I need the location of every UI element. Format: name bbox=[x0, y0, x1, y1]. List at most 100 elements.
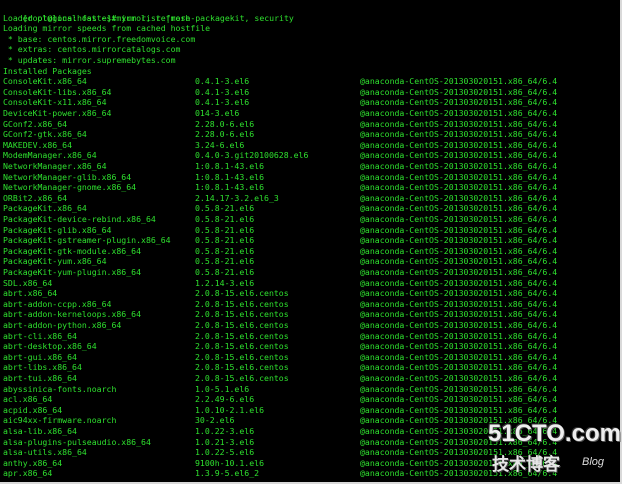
package-repo: @anaconda-CentOS-201303020151.x86_64/6.4 bbox=[360, 108, 558, 118]
package-name: ConsoleKit-libs.x86_64 bbox=[3, 86, 112, 97]
package-row: PackageKit.x86_64 0.5.8-21.el6 @anaconda-C… bbox=[3, 203, 618, 214]
package-version: 2.0.8-15.el6.centos bbox=[195, 362, 289, 373]
output-line: Loading mirror speeds from cached hostfi… bbox=[3, 23, 211, 34]
package-row: PackageKit-gstreamer-plugin.x86_64 0.5.8-… bbox=[3, 235, 618, 246]
package-version: 0.5.8-21.el6 bbox=[195, 224, 255, 235]
package-repo: @anaconda-CentOS-201303020151.x86_64/6.4 bbox=[360, 182, 558, 193]
package-row: GConf2-gtk.x86_64 2.28.0-6.el6 @anaconda-C… bbox=[3, 129, 618, 140]
package-repo: @anaconda-CentOS-201303020151.x86_64/6.4 bbox=[360, 330, 558, 341]
package-row: NetworkManager.x86_64 1:0.8.1-43.el6 @anac… bbox=[3, 161, 618, 172]
package-version: 1:0.8.1-43.el6 bbox=[195, 182, 265, 193]
package-repo: @anaconda-CentOS-201303020151.x86_64/6.4 bbox=[360, 192, 558, 203]
package-name: abrt.x86_64 bbox=[3, 288, 58, 299]
package-repo: @anaconda-CentOS-201303020151.x86_64/6.4 bbox=[360, 373, 558, 383]
package-version: 0.4.1-3.el6 bbox=[195, 86, 250, 97]
package-name: DeviceKit-power.x86_64 bbox=[3, 108, 112, 118]
package-name: ModemManager.x86_64 bbox=[3, 150, 97, 161]
package-repo: @anaconda-CentOS-201303020151.x86_64/6.4 bbox=[360, 341, 558, 352]
package-repo: @anaconda-CentOS-201303020151.x86_64/6.4 bbox=[360, 139, 558, 150]
package-row: PackageKit-device-rebind.x86_64 0.5.8-21.… bbox=[3, 214, 618, 225]
package-name: abrt-gui.x86_64 bbox=[3, 351, 77, 362]
package-version: 1.0.22-3.el6 bbox=[195, 426, 255, 436]
package-repo: @anaconda-CentOS-201303020151.x86_64/6.4 bbox=[360, 267, 558, 277]
package-version: 1.0.22-5.el6 bbox=[195, 447, 255, 458]
package-name: PackageKit-gstreamer-plugin.x86_64 bbox=[3, 235, 171, 246]
package-version: 0.4.1-3.el6 bbox=[195, 97, 250, 108]
package-name: abrt-addon-ccpp.x86_64 bbox=[3, 298, 112, 309]
package-row: abrt-addon-ccpp.x86_64 2.0.8-15.el6.cento… bbox=[3, 299, 618, 310]
package-version: 2.0.8-15.el6.centos bbox=[195, 298, 289, 309]
package-name: PackageKit.x86_64 bbox=[3, 203, 87, 214]
package-row: MAKEDEV.x86_64 3.24-6.el6 @anaconda-CentOS… bbox=[3, 140, 618, 151]
package-name: NetworkManager.x86_64 bbox=[3, 161, 107, 171]
output-line: * updates: mirror.supremebytes.com bbox=[3, 55, 176, 65]
package-repo: @anaconda-CentOS-201303020151.x86_64/6.4 bbox=[360, 235, 558, 246]
package-version: 0.5.8-21.el6 bbox=[195, 214, 255, 224]
package-name: aic94xx-firmware.noarch bbox=[3, 415, 117, 426]
package-name: SDL.x86_64 bbox=[3, 277, 53, 288]
package-version: 2.0.8-15.el6.centos bbox=[195, 373, 289, 383]
package-name: alsa-utils.x86_64 bbox=[3, 447, 87, 458]
package-row: GConf2.x86_64 2.28.0-6.el6 @anaconda-CentO… bbox=[3, 119, 618, 130]
watermark-subtitle: 技术博客 bbox=[492, 455, 560, 475]
package-name: abrt-cli.x86_64 bbox=[3, 330, 77, 341]
package-version: 0.5.8-21.el6 bbox=[195, 203, 255, 214]
package-name: anthy.x86_64 bbox=[3, 457, 63, 468]
package-name: ConsoleKit-x11.x86_64 bbox=[3, 97, 107, 108]
watermark-domain: 51CTO.com bbox=[488, 420, 621, 447]
package-row: NetworkManager-gnome.x86_64 1:0.8.1-43.el… bbox=[3, 182, 618, 193]
package-version: 30-2.el6 bbox=[195, 415, 235, 426]
package-row: ConsoleKit-x11.x86_64 0.4.1-3.el6 @anacond… bbox=[3, 97, 618, 108]
package-version: 0.4.0-3.git20100628.el6 bbox=[195, 150, 309, 161]
package-repo: @anaconda-CentOS-201303020151.x86_64/6.4 bbox=[360, 203, 558, 214]
package-version: 1.0-5.1.el6 bbox=[195, 383, 250, 394]
package-repo: @anaconda-CentOS-201303020151.x86_64/6.4 bbox=[360, 404, 558, 415]
package-row: DeviceKit-power.x86_64 014-3.el6 @anaconda… bbox=[3, 108, 618, 119]
package-repo: @anaconda-CentOS-201303020151.x86_64/6.4 bbox=[360, 362, 558, 373]
package-row: SDL.x86_64 1.2.14-3.el6 @anaconda-CentOS-2… bbox=[3, 278, 618, 289]
package-row: PackageKit-yum.x86_64 0.5.8-21.el6 @anacon… bbox=[3, 256, 618, 267]
package-repo: @anaconda-CentOS-201303020151.x86_64/6.4 bbox=[360, 118, 558, 129]
package-row: PackageKit-glib.x86_64 0.5.8-21.el6 @anaco… bbox=[3, 225, 618, 236]
package-row: abrt-desktop.x86_64 2.0.8-15.el6.centos @a… bbox=[3, 341, 618, 352]
package-version: 0.5.8-21.el6 bbox=[195, 235, 255, 246]
package-version: 0.5.8-21.el6 bbox=[195, 256, 255, 267]
package-repo: @anaconda-CentOS-201303020151.x86_64/6.4 bbox=[360, 224, 558, 235]
package-row: abrt-cli.x86_64 2.0.8-15.el6.centos @anaco… bbox=[3, 331, 618, 342]
package-repo: @anaconda-CentOS-201303020151.x86_64/6.4 bbox=[360, 150, 558, 161]
package-name: PackageKit-glib.x86_64 bbox=[3, 224, 112, 235]
package-name: abrt-libs.x86_64 bbox=[3, 362, 82, 373]
package-name: PackageKit-yum-plugin.x86_64 bbox=[3, 267, 142, 277]
package-row: NetworkManager-glib.x86_64 1:0.8.1-43.el6… bbox=[3, 172, 618, 183]
package-version: 3.24-6.el6 bbox=[195, 139, 245, 150]
terminal-window[interactable]: [root@localhost ~]# yum list |more Loade… bbox=[0, 0, 622, 484]
package-repo: @anaconda-CentOS-201303020151.x86_64/6.4 bbox=[360, 288, 558, 299]
command-line: [root@localhost ~]# yum list |more bbox=[3, 2, 191, 23]
package-version: 2.0.8-15.el6.centos bbox=[195, 309, 289, 320]
package-repo: @anaconda-CentOS-201303020151.x86_64/6.4 bbox=[360, 256, 558, 267]
package-repo: @anaconda-CentOS-201303020151.x86_64/6.4 bbox=[360, 86, 558, 97]
package-version: 2.0.8-15.el6.centos bbox=[195, 341, 289, 352]
package-repo: @anaconda-CentOS-201303020151.x86_64/6.4 bbox=[360, 76, 558, 87]
package-name: PackageKit-gtk-module.x86_64 bbox=[3, 245, 142, 256]
package-name: apr.x86_64 bbox=[3, 468, 53, 479]
package-name: abyssinica-fonts.noarch bbox=[3, 383, 117, 394]
package-repo: @anaconda-CentOS-201303020151.x86_64/6.4 bbox=[360, 320, 558, 330]
package-name: NetworkManager-glib.x86_64 bbox=[3, 171, 132, 182]
package-row: abrt-gui.x86_64 2.0.8-15.el6.centos @anaco… bbox=[3, 352, 618, 363]
package-version: 2.14.17-3.2.el6_3 bbox=[195, 192, 279, 203]
package-version: 2.0.8-15.el6.centos bbox=[195, 288, 289, 299]
package-repo: @anaconda-CentOS-201303020151.x86_64/6.4 bbox=[360, 298, 558, 309]
package-name: abrt-tui.x86_64 bbox=[3, 373, 77, 383]
package-name: GConf2-gtk.x86_64 bbox=[3, 129, 87, 140]
package-version: 0.5.8-21.el6 bbox=[195, 245, 255, 256]
package-repo: @anaconda-CentOS-201303020151.x86_64/6.4 bbox=[360, 351, 558, 362]
package-name: acpid.x86_64 bbox=[3, 404, 63, 415]
package-version: 1:0.8.1-43.el6 bbox=[195, 161, 265, 171]
package-version: 2.0.8-15.el6.centos bbox=[195, 351, 289, 362]
package-name: abrt-addon-python.x86_64 bbox=[3, 320, 122, 330]
package-version: 0.4.1-3.el6 bbox=[195, 76, 250, 87]
package-row: PackageKit-yum-plugin.x86_64 0.5.8-21.el6… bbox=[3, 267, 618, 278]
package-name: ORBit2.x86_64 bbox=[3, 192, 68, 203]
package-row: ORBit2.x86_64 2.14.17-3.2.el6_3 @anaconda-… bbox=[3, 193, 618, 204]
